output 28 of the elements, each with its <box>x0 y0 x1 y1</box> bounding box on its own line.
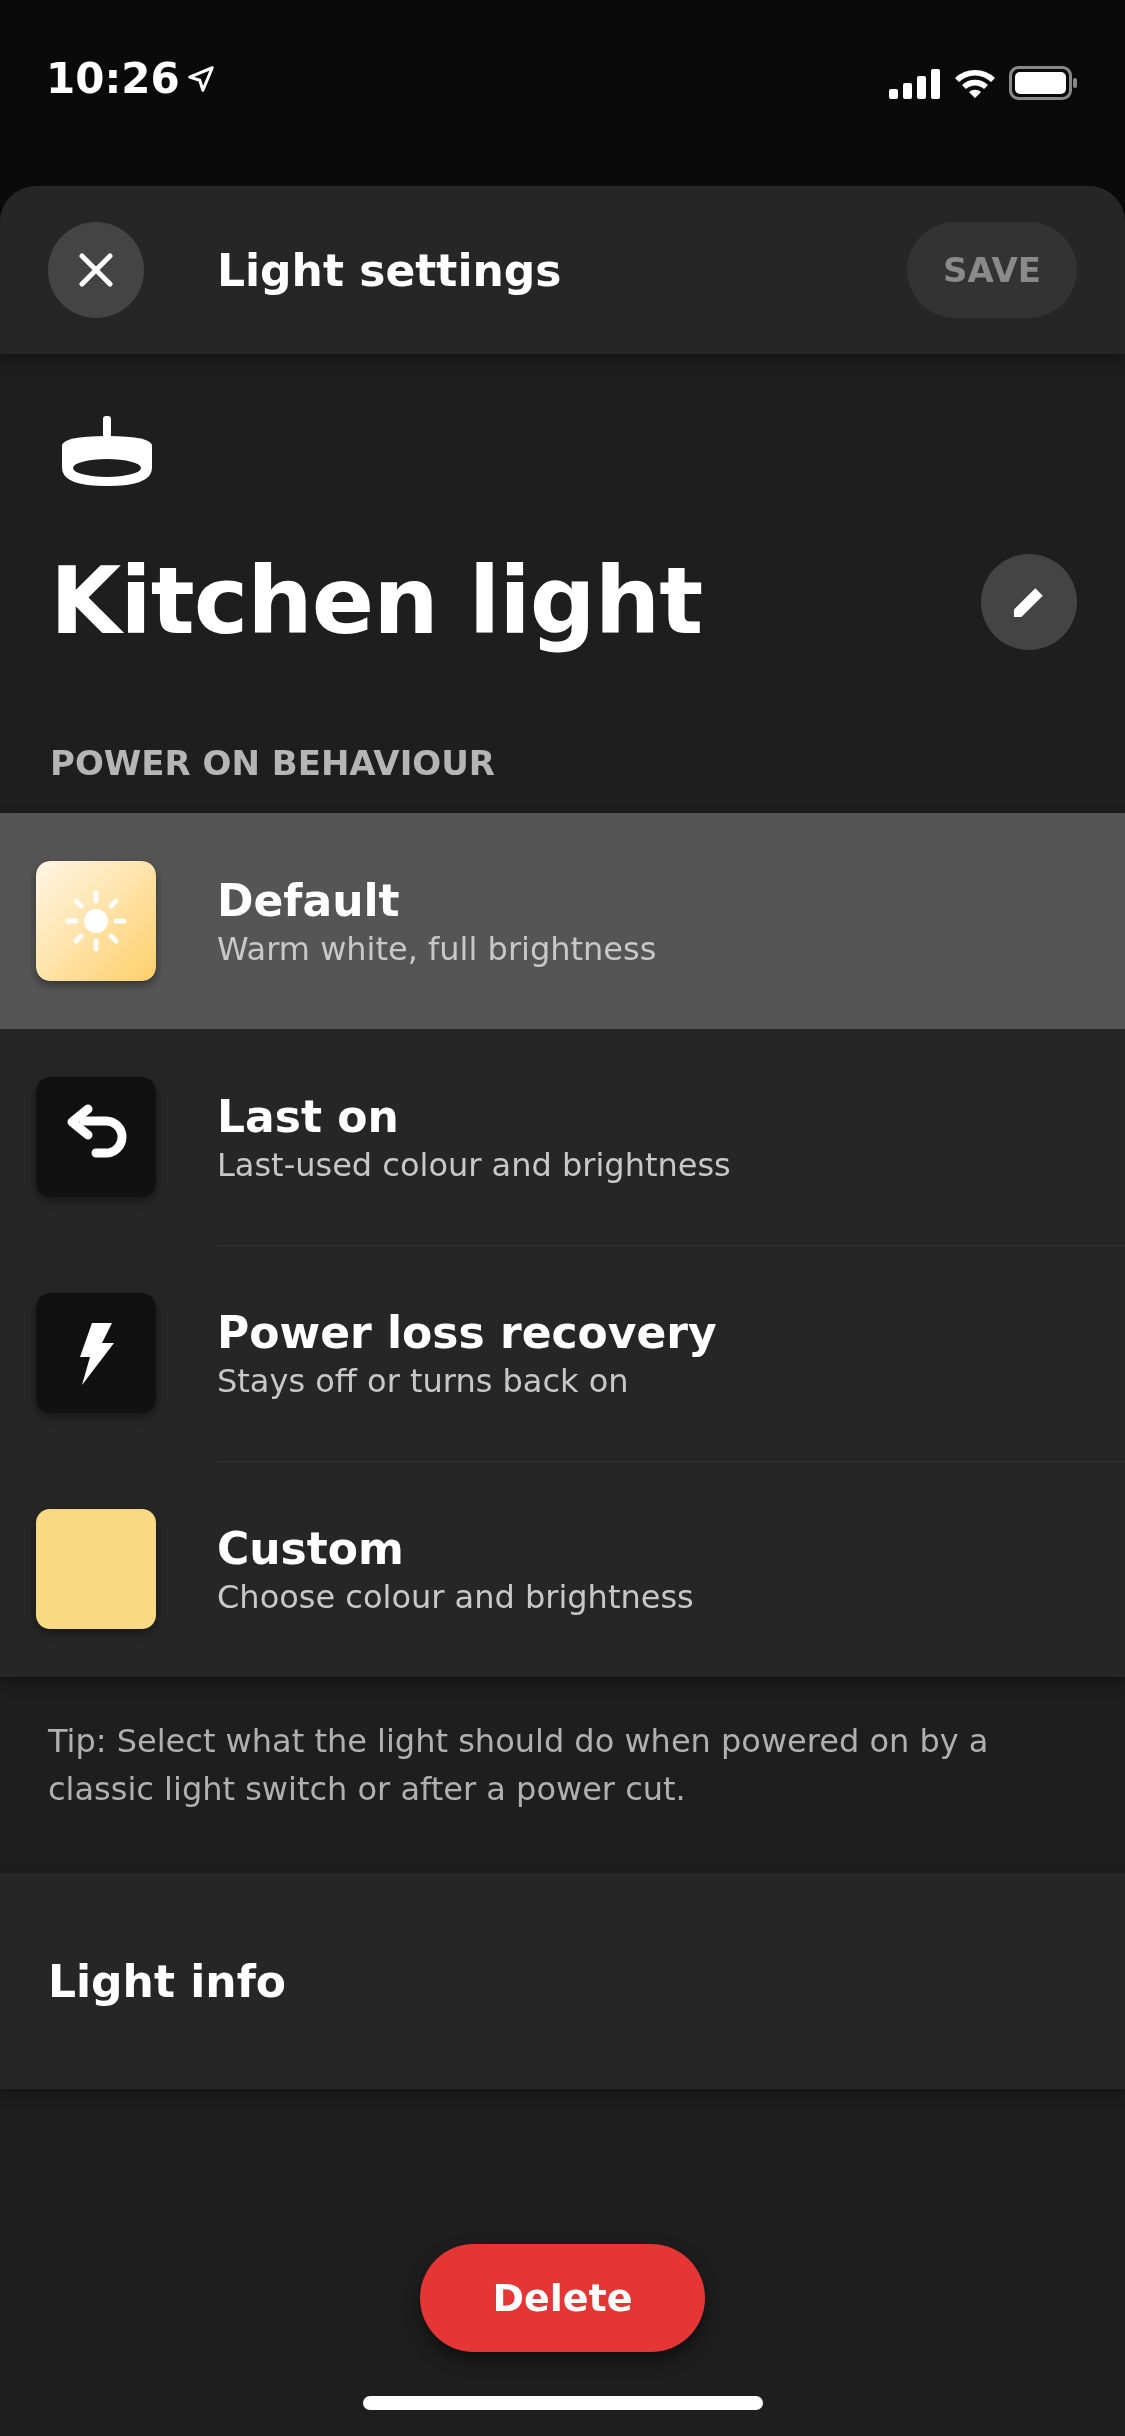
battery-icon <box>1009 66 1077 100</box>
option-row[interactable]: Default Warm white, full brightness <box>0 813 1125 1029</box>
light-name: Kitchen light <box>50 548 703 655</box>
option-title: Last on <box>217 1090 399 1142</box>
delete-button[interactable]: Delete <box>420 2244 705 2352</box>
close-icon <box>78 252 114 288</box>
option-subtitle: Choose colour and brightness <box>217 1578 694 1616</box>
wifi-icon <box>953 67 997 99</box>
status-time: 10:26 <box>46 54 180 103</box>
option-title: Custom <box>217 1523 404 1574</box>
sun-icon <box>36 861 156 981</box>
undo-arrow-icon <box>36 1077 156 1197</box>
option-title: Power loss recovery <box>217 1307 717 1358</box>
lightning-icon <box>36 1293 156 1413</box>
option-row[interactable]: Power loss recovery Stays off or turns back on <box>0 1245 1125 1461</box>
signal-icon <box>889 67 941 99</box>
option-subtitle: Warm white, full brightness <box>217 929 657 968</box>
option-subtitle: Last-used colour and brightness <box>217 1145 731 1184</box>
screen-title: Light settings <box>217 244 563 296</box>
option-row[interactable]: Custom Choose colour and brightness <box>0 1461 1125 1677</box>
option-title: Default <box>217 874 400 926</box>
option-row[interactable]: Last on Last-used colour and brightness <box>0 1029 1125 1245</box>
ceiling-lamp-icon <box>60 416 154 488</box>
light-info-row[interactable]: Light info <box>0 1873 1125 2089</box>
tip-text: Tip: Select what the light should do when powered on by a classic light switch or after a power cut. <box>48 1721 990 1810</box>
section-heading: POWER ON BEHAVIOUR <box>50 743 496 783</box>
location-arrow-icon <box>185 63 216 94</box>
option-subtitle: Stays off or turns back on <box>217 1362 629 1400</box>
